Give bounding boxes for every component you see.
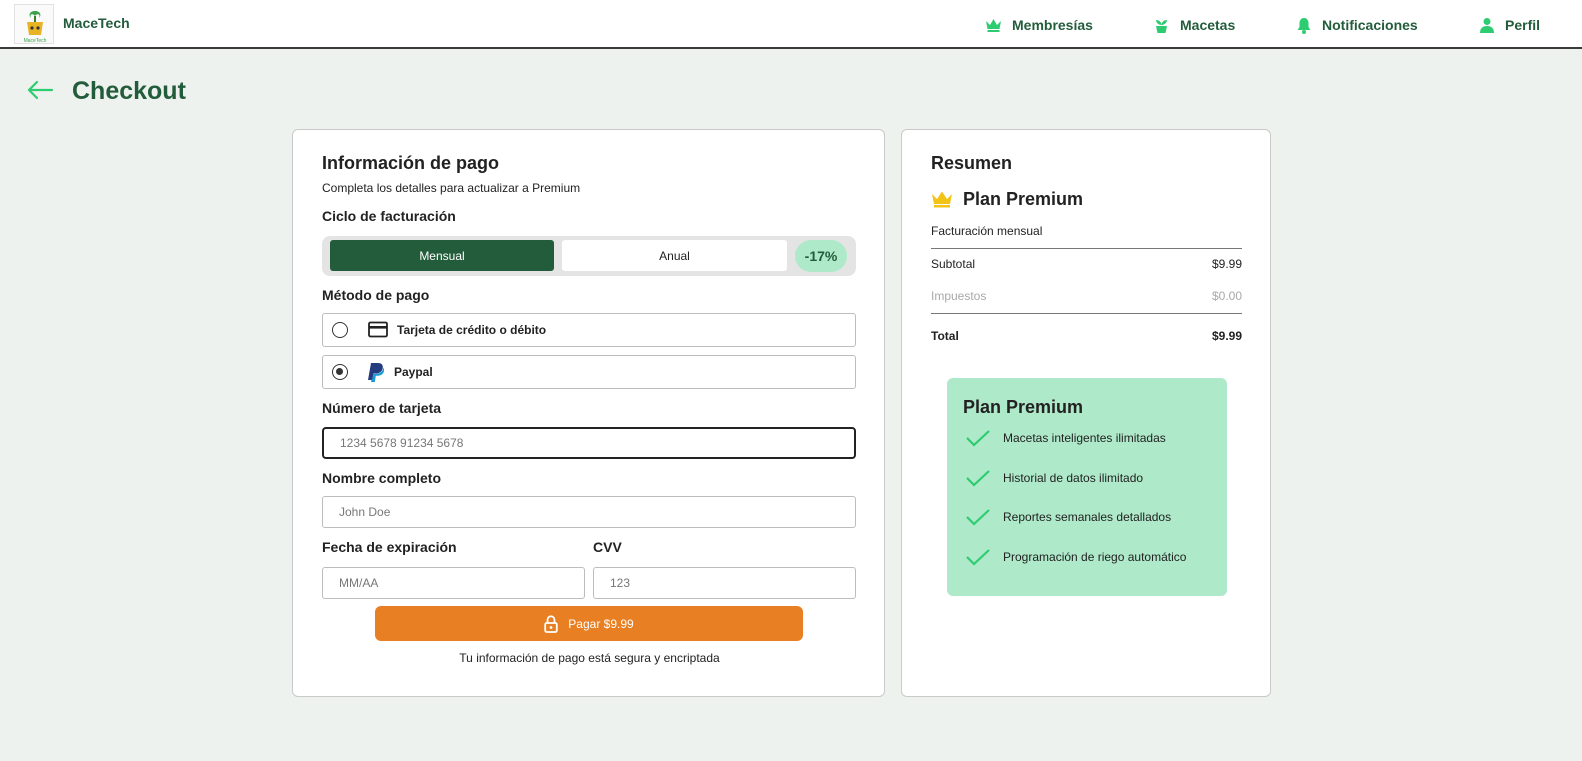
- top-navbar: MaceTech MaceTech Membresías Macetas Not…: [0, 0, 1582, 49]
- brand-name[interactable]: MaceTech: [63, 15, 130, 31]
- benefit-label: Macetas inteligentes ilimitadas: [1003, 431, 1166, 445]
- check-icon: [966, 509, 990, 526]
- full-name-label: Nombre completo: [322, 470, 442, 486]
- user-icon: [1480, 18, 1494, 33]
- check-icon: [966, 430, 990, 447]
- payment-subtitle: Completa los detalles para actualizar a …: [322, 181, 581, 195]
- check-icon: [966, 549, 990, 566]
- subtotal-value: $9.99: [1211, 257, 1242, 271]
- secure-note: Tu información de pago está segura y enc…: [459, 651, 720, 665]
- page-title: Checkout: [72, 77, 186, 105]
- discount-badge: -17%: [795, 240, 847, 272]
- benefit-item: Reportes semanales detallados: [965, 507, 1171, 527]
- benefit-label: Programación de riego automático: [1003, 550, 1187, 564]
- crown-icon: [986, 19, 1001, 32]
- taxes-row: Impuestos $0.00: [931, 289, 1242, 303]
- billing-cycle-label: Ciclo de facturación: [322, 208, 456, 224]
- taxes-label: Impuestos: [931, 289, 987, 303]
- bell-icon: [1297, 17, 1311, 34]
- full-name-input[interactable]: [322, 496, 856, 528]
- cycle-annual-button[interactable]: Anual: [562, 240, 787, 271]
- benefit-item: Programación de riego automático: [965, 547, 1186, 567]
- crown-icon: [932, 191, 952, 208]
- summary-title: Resumen: [931, 153, 1013, 173]
- cvv-label: CVV: [593, 539, 622, 555]
- benefit-label: Historial de datos ilimitado: [1003, 471, 1144, 485]
- expiry-input[interactable]: [322, 567, 585, 599]
- expiry-label: Fecha de expiración: [322, 539, 457, 555]
- nav-label: Perfil: [1505, 17, 1541, 33]
- summary-divider: [931, 248, 1242, 249]
- method-paypal-radio[interactable]: [332, 364, 348, 380]
- method-card-option[interactable]: Tarjeta de crédito o débito: [322, 313, 856, 347]
- method-paypal-label: Paypal: [394, 365, 433, 379]
- method-card-radio[interactable]: [332, 322, 348, 338]
- payment-card: Información de pago Completa los detalle…: [292, 129, 885, 697]
- taxes-value: $0.00: [1211, 289, 1242, 303]
- nav-label: Notificaciones: [1322, 17, 1418, 33]
- nav-notificaciones[interactable]: Notificaciones: [1296, 15, 1418, 35]
- cycle-monthly-button[interactable]: Mensual: [330, 240, 554, 271]
- card-number-input[interactable]: [322, 427, 856, 459]
- benefit-label: Reportes semanales detallados: [1003, 510, 1172, 524]
- pay-button-label: Pagar $9.99: [568, 616, 634, 631]
- lock-icon: [544, 614, 558, 633]
- total-value: $9.99: [1211, 329, 1242, 343]
- billing-type: Facturación mensual: [931, 224, 1043, 238]
- total-label: Total: [931, 329, 959, 343]
- benefit-item: Macetas inteligentes ilimitadas: [965, 428, 1166, 448]
- summary-divider: [931, 313, 1242, 314]
- nav-label: Membresías: [1012, 17, 1093, 33]
- nav-perfil[interactable]: Perfil: [1479, 15, 1540, 35]
- plan-benefits-box: Plan Premium Macetas inteligentes ilimit…: [947, 378, 1227, 596]
- back-arrow-icon[interactable]: [26, 79, 54, 101]
- paypal-icon: [368, 363, 385, 382]
- check-icon: [966, 470, 990, 487]
- credit-card-icon: [368, 321, 388, 338]
- nav-macetas[interactable]: Macetas: [1153, 15, 1235, 35]
- plan-name: Plan Premium: [963, 189, 1084, 209]
- billing-cycle-toggle: Mensual Anual -17%: [322, 236, 856, 276]
- benefits-title: Plan Premium: [963, 397, 1084, 417]
- nav-label: Macetas: [1180, 17, 1236, 33]
- method-paypal-option[interactable]: Paypal: [322, 355, 856, 389]
- plant-logo-icon: MaceTech: [24, 11, 47, 44]
- brand-logo[interactable]: MaceTech: [14, 4, 54, 44]
- plant-pot-icon: [1156, 19, 1167, 33]
- subtotal-row: Subtotal $9.99: [931, 257, 1242, 271]
- card-number-label: Número de tarjeta: [322, 400, 442, 416]
- pay-button[interactable]: Pagar $9.99: [375, 606, 803, 641]
- nav-membresias[interactable]: Membresías: [985, 15, 1093, 35]
- summary-card: Resumen Plan Premium Facturación mensual…: [901, 129, 1271, 697]
- payment-method-label: Método de pago: [322, 287, 430, 303]
- subtotal-label: Subtotal: [931, 257, 976, 271]
- method-card-label: Tarjeta de crédito o débito: [397, 323, 547, 337]
- svg-text:MaceTech: MaceTech: [24, 38, 47, 44]
- total-row: Total $9.99: [931, 329, 1242, 343]
- benefit-item: Historial de datos ilimitado: [965, 468, 1143, 488]
- cvv-input[interactable]: [593, 567, 856, 599]
- payment-title: Información de pago: [322, 153, 500, 173]
